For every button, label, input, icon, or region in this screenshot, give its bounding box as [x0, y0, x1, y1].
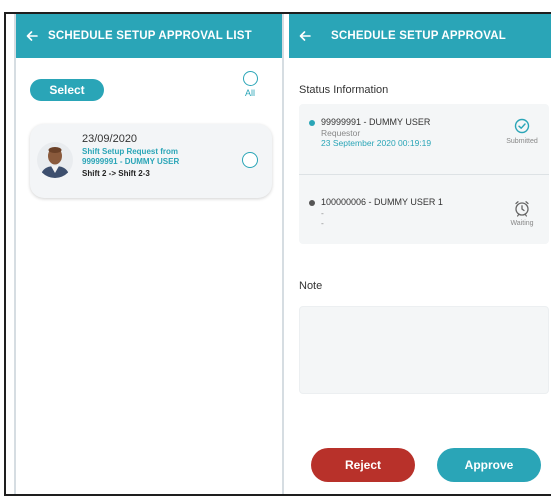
approval-list-screen: SCHEDULE SETUP APPROVAL LIST Select All — [14, 14, 284, 494]
status-row-role: - — [321, 208, 324, 218]
request-description: Shift Setup Request from — [82, 147, 179, 156]
back-arrow-icon[interactable] — [16, 14, 48, 58]
avatar — [37, 141, 73, 179]
reject-button[interactable]: Reject — [311, 448, 415, 482]
status-dot-active — [309, 120, 315, 126]
status-divider — [299, 174, 549, 175]
status-information-heading: Status Information — [299, 84, 389, 96]
status-row-role: Requestor — [321, 128, 361, 138]
select-all-toggle[interactable]: All — [239, 71, 261, 107]
page-title: SCHEDULE SETUP APPROVAL LIST — [48, 30, 252, 42]
approval-detail-screen: SCHEDULE SETUP APPROVAL Status Informati… — [289, 14, 551, 494]
select-all-radio[interactable] — [242, 71, 258, 86]
check-circle-icon — [514, 118, 530, 134]
note-heading: Note — [299, 280, 323, 292]
request-date: 23/09/2020 — [82, 133, 138, 145]
requestor-name: 99999991 - DUMMY USER — [82, 157, 180, 166]
request-select-radio[interactable] — [242, 152, 258, 168]
status-row-name: 100000006 - DUMMY USER 1 — [321, 197, 443, 207]
status-row-time: - — [321, 218, 324, 228]
note-input[interactable] — [299, 306, 549, 394]
select-all-label: All — [244, 88, 255, 98]
status-row-name: 99999991 - DUMMY USER — [321, 117, 431, 127]
status-badge: Submitted — [506, 138, 538, 145]
shift-change: Shift 2 -> Shift 2-3 — [82, 169, 150, 178]
approve-button[interactable]: Approve — [437, 448, 541, 482]
page-title: SCHEDULE SETUP APPROVAL — [331, 30, 506, 42]
status-row-time: 23 September 2020 00:19:19 — [321, 138, 432, 148]
select-button[interactable]: Select — [30, 79, 104, 101]
app-header: SCHEDULE SETUP APPROVAL LIST — [16, 14, 282, 58]
status-badge: Waiting — [510, 220, 534, 227]
status-list: 99999991 - DUMMY USER Requestor 23 Septe… — [299, 104, 549, 244]
app-header: SCHEDULE SETUP APPROVAL — [289, 14, 551, 58]
back-arrow-icon[interactable] — [289, 14, 321, 58]
request-card[interactable]: 23/09/2020 Shift Setup Request from 9999… — [30, 124, 272, 198]
screenshot-frame: SCHEDULE SETUP APPROVAL LIST Select All — [4, 12, 551, 496]
status-dot-pending — [309, 200, 315, 206]
alarm-clock-icon — [513, 199, 531, 217]
